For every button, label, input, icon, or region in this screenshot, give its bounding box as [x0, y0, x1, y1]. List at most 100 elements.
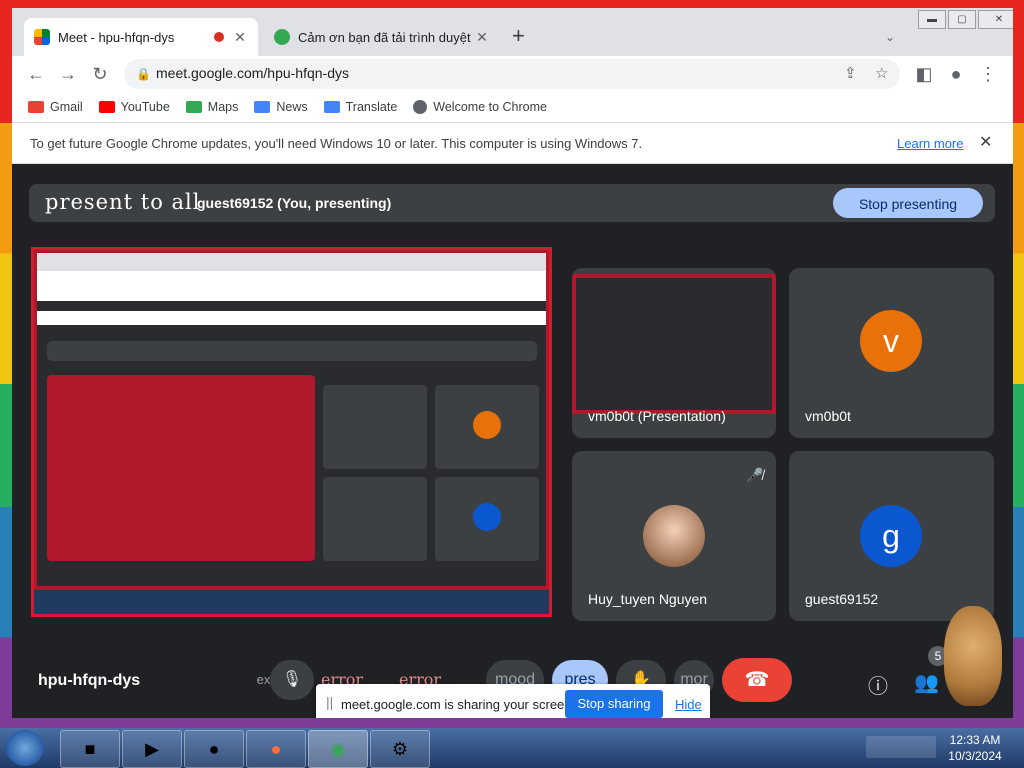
bookmark-label: Welcome to Chrome — [433, 100, 547, 114]
tile-huy-tuyen[interactable]: 🎤̸ Huy_tuyen Nguyen — [572, 451, 776, 621]
shared-screen-content — [37, 253, 546, 586]
chrome-window: Meet - hpu-hfqn-dys ✕ Cảm ơn bạn đã tải … — [12, 8, 1013, 718]
tool-icon: ⚙ — [391, 739, 409, 759]
youtube-icon — [98, 101, 115, 113]
avatar-photo — [643, 505, 705, 567]
phone-hangup-icon: ☎ — [744, 669, 770, 691]
presentation-thumbnail-content — [576, 278, 772, 410]
taskbar-app-media[interactable]: ▶ — [122, 730, 182, 768]
tile-guest69152[interactable]: g guest69152 — [789, 451, 994, 621]
taskbar-app-firefox[interactable]: ● — [246, 730, 306, 768]
bookmark-news[interactable]: News — [254, 100, 308, 114]
close-infobar-icon[interactable]: ✕ — [979, 132, 992, 152]
gmail-icon — [28, 101, 44, 113]
bookmark-gmail[interactable]: Gmail — [28, 100, 83, 114]
url-text: meet.google.com/hpu-hfqn-dys — [156, 65, 349, 81]
bookmark-welcome[interactable]: Welcome to Chrome — [413, 100, 547, 114]
close-window-icon[interactable]: ✕ — [978, 10, 1013, 29]
clock-date: 10/3/2024 — [948, 749, 1002, 763]
hide-link[interactable]: Hide — [675, 697, 702, 712]
mini-toolbar — [37, 271, 546, 301]
mini-tile — [323, 385, 427, 469]
tab-strip: Meet - hpu-hfqn-dys ✕ Cảm ơn bạn đã tải … — [12, 8, 1013, 56]
drag-handle-icon[interactable]: || — [326, 694, 333, 710]
tile-vm0b0t[interactable]: v vm0b0t — [789, 268, 994, 438]
bookmarks-bar: Gmail YouTube Maps News Translate Welcom… — [12, 92, 1013, 123]
bookmark-label: Translate — [345, 100, 398, 114]
clock[interactable]: 12:33 AM 10/3/2024 — [940, 732, 1010, 764]
learn-more-link[interactable]: Learn more — [897, 136, 963, 151]
forward-arrow-icon[interactable]: → — [56, 62, 80, 86]
minimize-icon[interactable]: ▬ — [918, 10, 946, 29]
mini-taskbar — [34, 590, 549, 614]
participant-name: guest69152 — [805, 591, 879, 607]
terminal-icon: ■ — [84, 739, 96, 759]
share-icon[interactable]: ⇪ — [844, 64, 857, 82]
media-player-icon: ▶ — [145, 739, 159, 759]
bookmark-label: Maps — [207, 100, 239, 114]
start-button[interactable] — [6, 730, 44, 766]
recording-icon — [214, 32, 224, 42]
address-bar[interactable]: 🔒 meet.google.com/hpu-hfqn-dys ⇪ ☆ — [124, 59, 900, 89]
tab-title: Cảm ơn bạn đã tải trình duyệt Chrome — [298, 29, 474, 45]
mini-avatar — [473, 503, 501, 531]
info-icon[interactable]: ⓘ — [868, 670, 888, 699]
profile-avatar-icon[interactable]: ● — [944, 62, 968, 86]
reload-icon[interactable]: ↻ — [88, 62, 112, 86]
meeting-code: hpu-hfqn-dys — [38, 672, 141, 689]
tile-presentation[interactable]: vm0b0t (Presentation) — [572, 268, 776, 438]
mic-icon: 🎙 — [281, 671, 303, 688]
participant-name: Huy_tuyen Nguyen — [588, 591, 708, 607]
meet-favicon-icon — [34, 29, 50, 45]
mini-infobar — [37, 311, 546, 325]
screen-sharing-notice: || meet.google.com is sharing your scree… — [316, 684, 710, 718]
windows-taskbar: ■ ▶ ● ● ◉ ⚙ 12:33 AM 10/3/2024 — [0, 728, 1024, 768]
taskbar-app-terminal[interactable]: ■ — [60, 730, 120, 768]
firefox-icon: ● — [270, 739, 282, 759]
mini-avatar — [473, 411, 501, 439]
mic-button[interactable]: 🎙 — [270, 660, 314, 700]
browser-toolbar: ← → ↻ 🔒 meet.google.com/hpu-hfqn-dys ⇪ ☆… — [12, 56, 1013, 92]
tab-title: Meet - hpu-hfqn-dys — [58, 29, 175, 45]
bookmark-star-icon[interactable]: ☆ — [875, 64, 888, 82]
close-tab-icon[interactable]: ✕ — [232, 29, 248, 46]
meet-stage: present to all guest69152 (You, presenti… — [12, 164, 1013, 718]
stop-sharing-button[interactable]: Stop sharing — [565, 690, 663, 718]
mini-tile — [435, 477, 539, 561]
system-tray[interactable] — [866, 736, 936, 758]
bookmark-label: News — [276, 100, 308, 114]
mic-off-icon: 🎤̸ — [746, 467, 764, 483]
stop-presenting-button[interactable]: Stop presenting — [833, 188, 983, 218]
bookmark-translate[interactable]: Translate — [323, 100, 398, 114]
tab-meet[interactable]: Meet - hpu-hfqn-dys ✕ — [24, 18, 258, 56]
bookmark-youtube[interactable]: YouTube — [98, 100, 170, 114]
chrome-icon — [413, 100, 428, 114]
taskbar-app-globe[interactable]: ● — [184, 730, 244, 768]
lock-icon: 🔒 — [136, 67, 151, 81]
globe-icon: ● — [208, 739, 220, 759]
participant-name: vm0b0t — [805, 408, 851, 424]
menu-kebab-icon[interactable]: ⋮ — [976, 62, 1000, 86]
side-panel-icon[interactable]: ◧ — [912, 62, 936, 86]
participant-name: vm0b0t (Presentation) — [588, 408, 726, 424]
end-call-button[interactable]: ☎ — [722, 658, 792, 702]
mini-share-tile — [47, 375, 315, 561]
close-tab-icon[interactable]: ✕ — [474, 29, 490, 46]
maximize-icon[interactable]: ▢ — [948, 10, 976, 29]
bookmark-maps[interactable]: Maps — [185, 100, 239, 114]
bookmark-label: YouTube — [120, 100, 170, 114]
bookmark-label: Gmail — [50, 100, 83, 114]
new-tab-button[interactable]: + — [512, 25, 525, 47]
tab-chrome-welcome[interactable]: Cảm ơn bạn đã tải trình duyệt Chrome ✕ — [264, 18, 500, 56]
presenter-name: guest69152 (You, presenting) — [197, 195, 392, 211]
update-infobar: To get future Google Chrome updates, you… — [12, 123, 1013, 164]
presentation-title: present to all — [45, 190, 201, 214]
back-arrow-icon[interactable]: ← — [24, 62, 48, 86]
taskbar-app-tool[interactable]: ⚙ — [370, 730, 430, 768]
clock-time: 12:33 AM — [949, 733, 1001, 747]
presentation-bar: present to all guest69152 (You, presenti… — [29, 184, 995, 222]
taskbar-app-chrome[interactable]: ◉ — [308, 730, 368, 768]
tab-search-chevron-down-icon[interactable]: ⌄ — [885, 30, 895, 44]
people-icon[interactable]: 👥 — [914, 670, 939, 695]
avatar: g — [860, 505, 922, 567]
